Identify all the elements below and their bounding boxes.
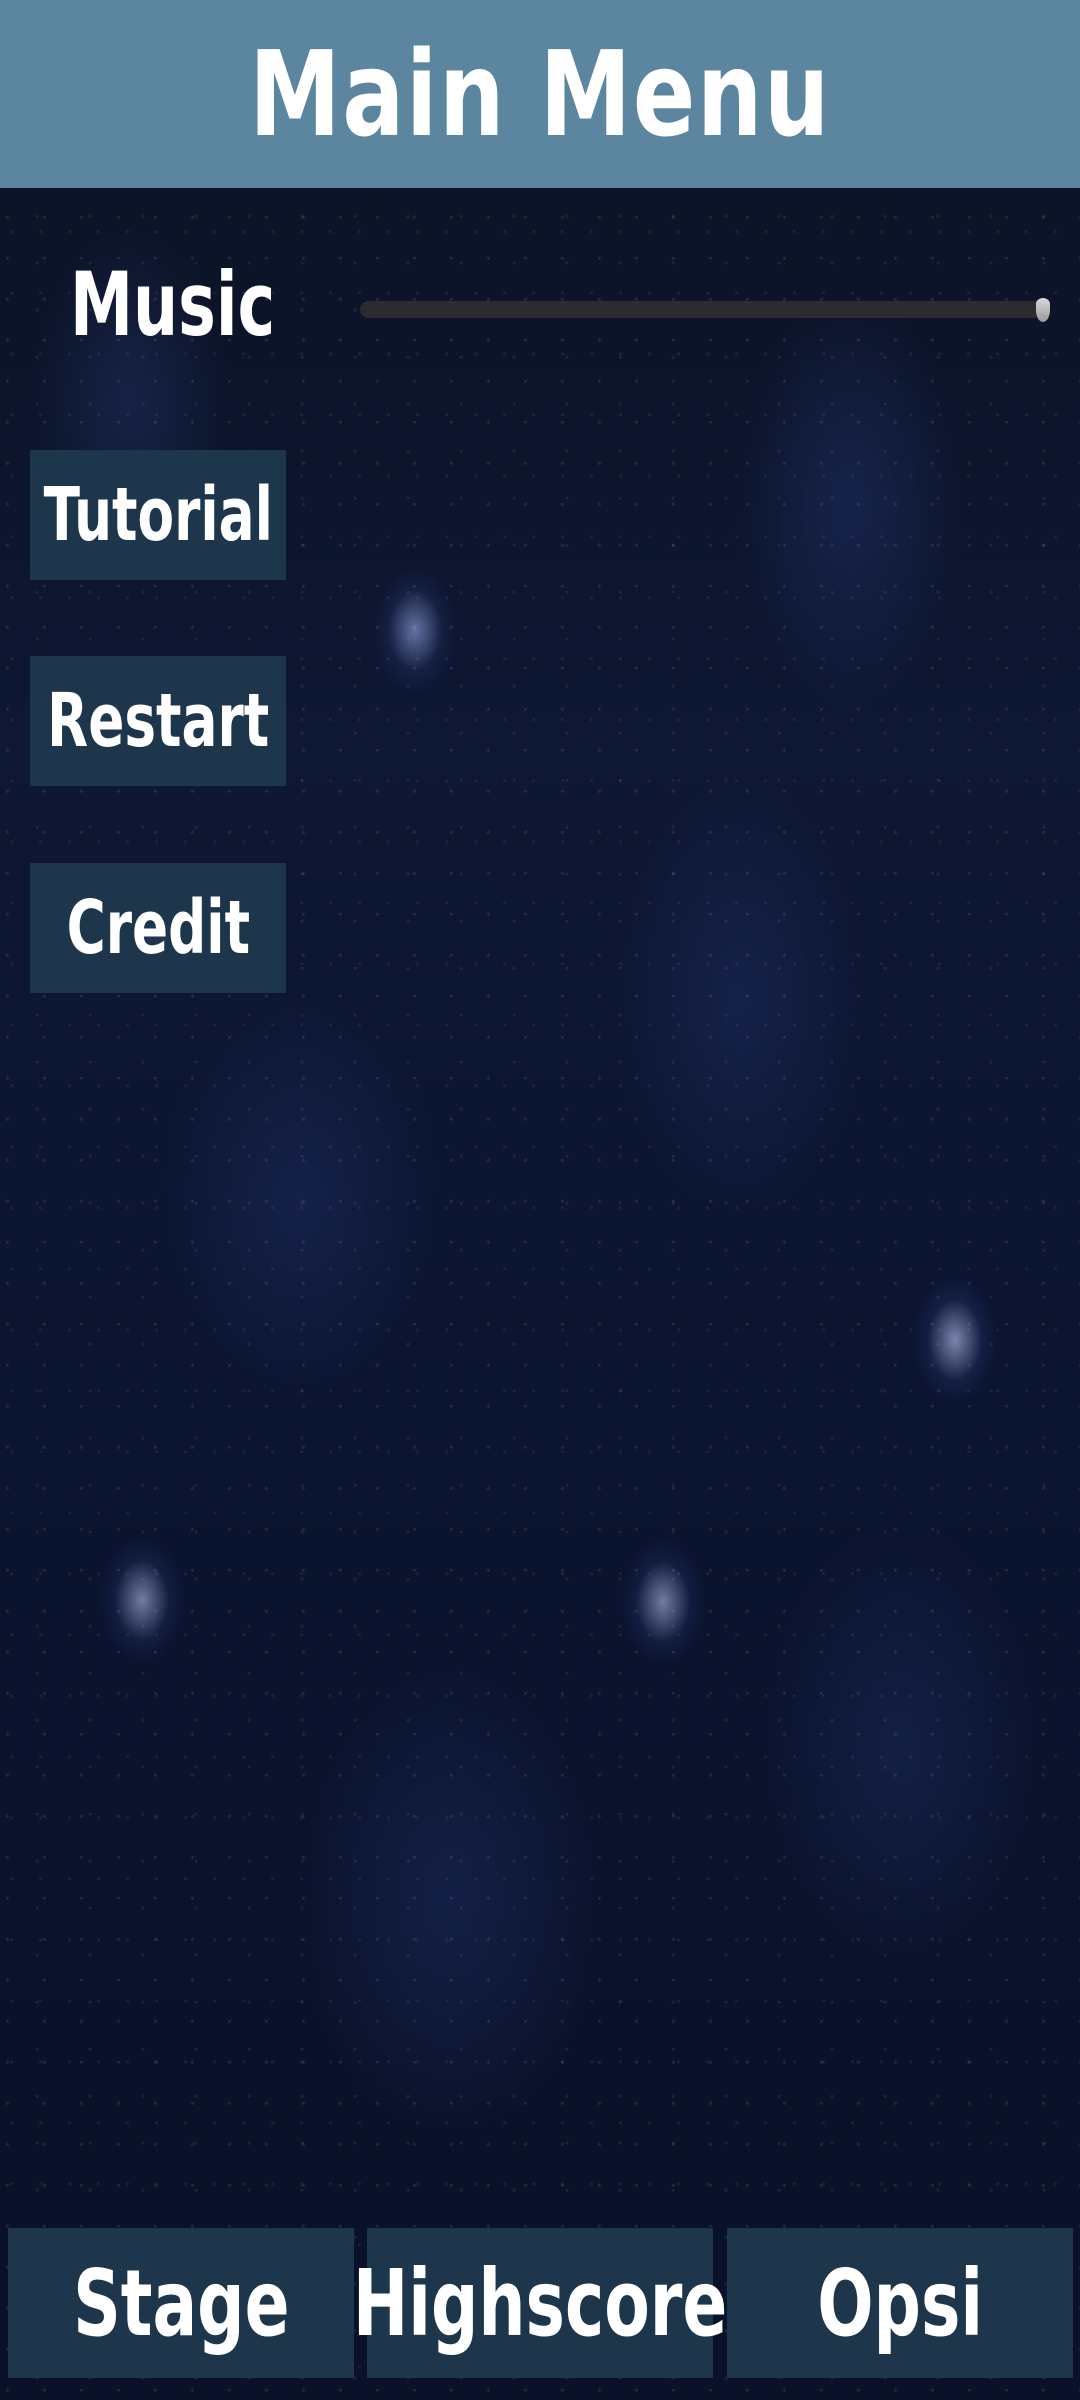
highscore-button[interactable]: Highscore <box>353 2228 727 2378</box>
tutorial-button[interactable]: Tutorial <box>30 450 286 580</box>
opsi-button[interactable]: Opsi <box>727 2228 1073 2378</box>
stage-button[interactable]: Stage <box>8 2228 354 2378</box>
highscore-button-label: Highscore <box>352 2249 728 2357</box>
credit-button-label: Credit <box>66 885 250 971</box>
music-volume-slider[interactable] <box>360 290 1050 330</box>
stage-button-label: Stage <box>72 2249 290 2357</box>
music-label: Music <box>70 253 276 356</box>
tutorial-button-label: Tutorial <box>43 472 273 558</box>
main-menu-screen: Main Menu Music Tutorial Restart Credit … <box>0 0 1080 2400</box>
restart-button[interactable]: Restart <box>30 656 286 786</box>
opsi-button-label: Opsi <box>817 2249 983 2357</box>
slider-fill <box>360 301 1050 318</box>
page-title: Main Menu <box>249 25 831 163</box>
header-bar: Main Menu <box>0 0 1080 188</box>
slider-thumb[interactable] <box>1036 298 1050 322</box>
restart-button-label: Restart <box>46 678 270 764</box>
credit-button[interactable]: Credit <box>30 863 286 993</box>
